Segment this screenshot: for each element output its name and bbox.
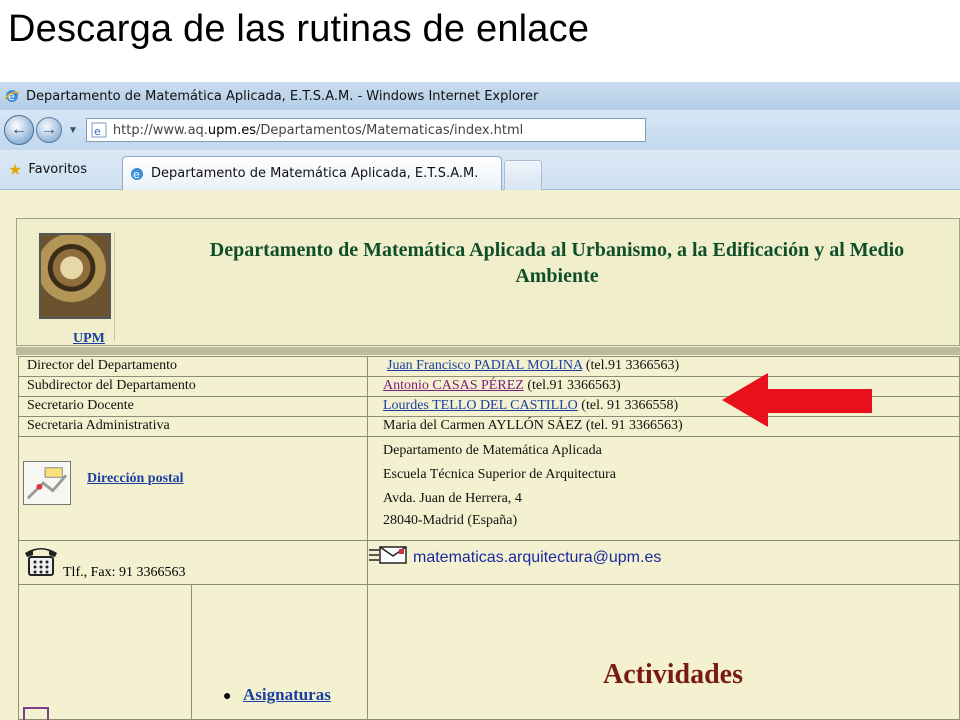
tab-current[interactable]: e Departamento de Matemática Aplicada, E…	[122, 156, 502, 190]
page-icon: e	[91, 122, 107, 138]
contact-row: Tlf., Fax: 91 3366563 matematicas.arquit…	[19, 541, 960, 585]
red-arrow-icon	[722, 373, 872, 427]
back-icon[interactable]: ←	[4, 115, 34, 145]
lower-section: ● Asignaturas Actividades	[19, 585, 960, 720]
bullet-icon: ●	[223, 689, 232, 704]
svg-text:e: e	[133, 168, 140, 181]
favorites-star-icon: ★	[8, 160, 23, 179]
navigation-bar: ← → ▼ e http://www.aq. upm.es/Departament…	[0, 110, 960, 150]
favorites-button[interactable]: ★ Favoritos	[8, 160, 87, 179]
actividades-heading: Actividades	[603, 659, 743, 690]
role-label: Director del Departamento	[27, 358, 178, 373]
secretario-tel: (tel. 91 3366558)	[577, 398, 679, 413]
secretario-link[interactable]: Lourdes TELLO DEL CASTILLO	[383, 398, 578, 413]
address-line: 28040-Madrid (España)	[383, 513, 518, 528]
postal-address-link[interactable]: Dirección postal	[87, 471, 184, 487]
subdirector-tel: (tel.91 3366563)	[523, 378, 621, 393]
email-link[interactable]: matematicas.arquitectura@upm.es	[413, 549, 661, 567]
favorites-label: Favoritos	[28, 162, 88, 177]
director-link[interactable]: Juan Francisco PADIAL MOLINA	[387, 358, 582, 373]
postal-row: Dirección postal Departamento de Matemát…	[19, 437, 960, 541]
asignaturas-link[interactable]: Asignaturas	[243, 685, 331, 705]
book-icon	[23, 707, 49, 720]
role-label: Subdirector del Departamento	[27, 378, 196, 393]
address-line: Departamento de Matemática Aplicada	[383, 443, 602, 458]
svg-text:e: e	[94, 125, 101, 138]
phone-fax: Tlf., Fax: 91 3366563	[63, 565, 186, 580]
department-title-line1: Departamento de Matemática Aplicada al U…	[209, 239, 905, 261]
secretaria-name: Maria del Carmen AYLLÓN SÁEZ (tel. 91 33…	[383, 418, 683, 433]
mail-icon	[369, 546, 407, 564]
postal-map-icon[interactable]	[23, 461, 71, 505]
window-title: Departamento de Matemática Aplicada, E.T…	[26, 88, 539, 104]
url-prefix: http://www.aq.	[112, 122, 208, 138]
logo-cell: UPM	[35, 231, 115, 346]
ie-tab-icon: e	[131, 167, 143, 181]
window-titlebar: e Departamento de Matemática Aplicada, E…	[0, 82, 960, 110]
url-path: /Departamentos/Matematicas/index.html	[255, 122, 524, 138]
department-title-line2: Ambiente	[515, 265, 599, 287]
slide-title: Descarga de las rutinas de enlace	[8, 8, 590, 50]
ie-icon: e	[4, 90, 20, 103]
address-line: Escuela Técnica Superior de Arquitectura	[383, 467, 616, 482]
web-page: UPM Departamento de Matemática Aplicada …	[0, 190, 960, 720]
divider	[16, 347, 960, 355]
telephone-icon	[25, 548, 57, 576]
tab-title: Departamento de Matemática Aplicada, E.T…	[151, 166, 479, 181]
address-line: Avda. Juan de Herrera, 4	[383, 491, 522, 506]
dropdown-icon[interactable]: ▼	[68, 125, 78, 136]
page-header: UPM Departamento de Matemática Aplicada …	[16, 218, 960, 346]
new-tab-icon[interactable]	[504, 160, 542, 190]
role-label: Secretario Docente	[27, 398, 134, 413]
upm-logo[interactable]	[39, 233, 111, 319]
subdirector-link[interactable]: Antonio CASAS PÉREZ	[383, 378, 524, 393]
tab-bar: ★ Favoritos e Departamento de Matemática…	[0, 150, 960, 190]
department-title: Departamento de Matemática Aplicada al U…	[137, 237, 960, 289]
upm-link[interactable]: UPM	[73, 331, 105, 347]
url-host: upm.es	[207, 122, 256, 138]
forward-icon[interactable]: →	[36, 117, 62, 143]
role-label: Secretaria Administrativa	[27, 418, 170, 433]
director-tel: (tel.91 3366563)	[582, 358, 680, 373]
address-bar[interactable]: e http://www.aq. upm.es/Departamentos/Mat…	[85, 118, 646, 142]
